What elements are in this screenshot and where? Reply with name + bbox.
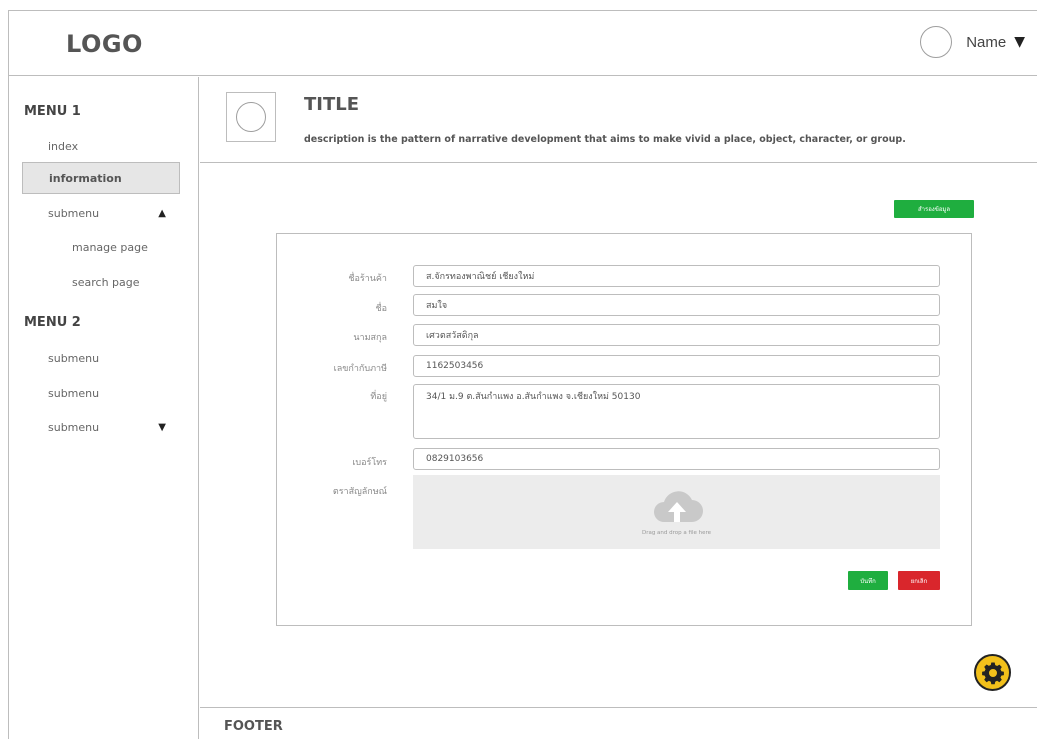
last-name-input[interactable]: เศวตสวัสดิกุล <box>413 324 940 346</box>
title-image-placeholder <box>226 92 276 142</box>
title-section: TITLE description is the pattern of narr… <box>200 77 1037 163</box>
menu-2-title: MENU 2 <box>24 315 81 330</box>
sidebar-item-label: information <box>49 171 122 185</box>
sidebar-item-submenu-2[interactable]: submenu <box>22 377 180 409</box>
sidebar-item-label: submenu <box>48 206 100 220</box>
sidebar: MENU 1 index information submenu ▲ manag… <box>8 77 199 739</box>
phone-input[interactable]: 0829103656 <box>413 448 940 470</box>
address-textarea[interactable]: 34/1 ม.9 ต.สันกำแพง อ.สันกำแพง จ.เชียงให… <box>413 384 940 439</box>
file-dropzone[interactable]: Drag and drop a file here <box>413 475 940 549</box>
cancel-button[interactable]: ยกเลิก <box>898 571 940 590</box>
logo: LOGO <box>66 30 143 58</box>
image-placeholder-icon <box>236 102 266 132</box>
cloud-upload-icon <box>653 491 703 522</box>
sidebar-item-submenu-1[interactable]: submenu <box>22 342 180 374</box>
first-name-input[interactable]: สมใจ <box>413 294 940 316</box>
footer: FOOTER <box>200 707 1037 739</box>
form-card: ชื่อร้านค้า ส.จักรทองพาณิชย์ เชียงใหม่ ช… <box>276 233 972 626</box>
page-title: TITLE <box>304 94 360 115</box>
logo-upload-label: ตราสัญลักษณ์ <box>332 487 387 497</box>
user-name[interactable]: Name <box>966 34 1006 51</box>
backup-button[interactable]: สำรองข้อมูล <box>894 200 974 218</box>
settings-button[interactable] <box>974 654 1011 691</box>
sidebar-item-label: submenu <box>48 351 100 365</box>
footer-text: FOOTER <box>224 719 283 734</box>
gear-icon <box>981 662 1004 684</box>
tax-id-label: เลขกำกับภาษี <box>333 364 387 374</box>
chevron-down-icon[interactable]: ▼ <box>1014 34 1025 50</box>
phone-label: เบอร์โทร <box>352 458 387 468</box>
sidebar-item-manage-page[interactable]: manage page <box>22 231 180 263</box>
first-name-label: ชื่อ <box>375 304 387 314</box>
header: LOGO Name ▼ <box>8 10 1037 76</box>
menu-1-title: MENU 1 <box>24 104 81 119</box>
sidebar-item-submenu-3[interactable]: submenu ▼ <box>22 411 180 443</box>
shop-name-label: ชื่อร้านค้า <box>348 274 387 284</box>
sidebar-item-submenu-expanded[interactable]: submenu ▲ <box>22 197 180 229</box>
sidebar-item-label: index <box>48 139 79 153</box>
sidebar-item-label: submenu <box>48 420 100 434</box>
tax-id-input[interactable]: 1162503456 <box>413 355 940 377</box>
chevron-down-icon[interactable]: ▼ <box>158 422 166 433</box>
user-menu[interactable]: Name ▼ <box>920 26 1025 58</box>
last-name-label: นามสกุล <box>353 333 387 343</box>
sidebar-item-label: submenu <box>48 386 100 400</box>
sidebar-item-index[interactable]: index <box>22 130 180 162</box>
sidebar-item-search-page[interactable]: search page <box>22 266 180 298</box>
dropzone-text: Drag and drop a file here <box>641 530 712 536</box>
save-button[interactable]: บันทึก <box>848 571 888 590</box>
shop-name-input[interactable]: ส.จักรทองพาณิชย์ เชียงใหม่ <box>413 265 940 287</box>
address-label: ที่อยู่ <box>370 392 387 402</box>
page-description: description is the pattern of narrative … <box>304 134 906 145</box>
sidebar-item-label: manage page <box>72 240 148 254</box>
chevron-up-icon[interactable]: ▲ <box>158 208 166 219</box>
sidebar-item-label: search page <box>72 275 140 289</box>
sidebar-item-information[interactable]: information <box>22 162 180 194</box>
avatar[interactable] <box>920 26 953 58</box>
